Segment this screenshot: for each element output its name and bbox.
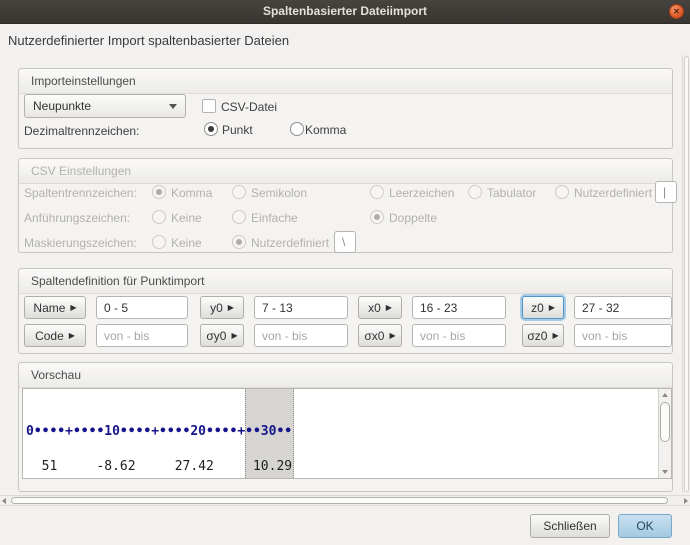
quote-label: Anführungszeichen: — [24, 211, 131, 225]
sigma-y0-column-button[interactable]: σy0 ▶ — [200, 324, 244, 347]
group-preview-title: Vorschau — [31, 368, 82, 382]
column-separator-label: Spaltentrennzeichen: — [24, 186, 137, 200]
name-column-button[interactable]: Name ▶ — [24, 296, 86, 319]
csv-file-label[interactable]: CSV-Datei — [221, 100, 277, 114]
play-icon: ▶ — [68, 331, 75, 340]
group-csv-title: CSV Einstellungen — [31, 164, 132, 178]
page-title: Nutzerdefinierter Import spaltenbasierte… — [8, 33, 290, 48]
group-import-title: Importeinstellungen — [31, 74, 136, 88]
group-csv-settings: CSV Einstellungen Spaltentrennzeichen: K… — [18, 158, 677, 253]
play-icon: ▶ — [227, 303, 234, 312]
dialog-vscroll-thumb[interactable] — [684, 56, 689, 492]
scroll-left-icon[interactable] — [2, 498, 6, 504]
radio-sep-space — [370, 185, 384, 199]
radio-quote-double-label: Doppelte — [389, 211, 438, 225]
play-icon: ▶ — [552, 331, 559, 340]
escape-custom-field — [334, 231, 356, 253]
preview-pane[interactable]: 0••••+••••10••••+••••20••••+••30•• 51 -8… — [22, 388, 672, 479]
radio-escape-custom-label: Nutzerdefiniert — [251, 236, 330, 250]
point-type-select[interactable]: Neupunkte — [24, 94, 186, 118]
sigma-x0-range-field[interactable] — [412, 324, 506, 347]
scroll-up-icon[interactable] — [662, 393, 668, 397]
titlebar: Spaltenbasierter Dateiimport ✕ — [0, 0, 690, 24]
radio-sep-space-label: Leerzeichen — [389, 186, 455, 200]
radio-sep-semicolon — [232, 185, 246, 199]
preview-scrollbar-thumb[interactable] — [660, 402, 670, 442]
radio-decimal-point-label[interactable]: Punkt — [222, 123, 253, 137]
group-preview: Vorschau 0••••+••••10••••+••••20••••+••3… — [18, 362, 673, 492]
preview-vertical-scrollbar[interactable] — [658, 389, 671, 478]
sigma-x0-column-button[interactable]: σx0 ▶ — [358, 324, 402, 347]
sep-custom-field — [655, 181, 677, 203]
play-icon: ▶ — [70, 303, 77, 312]
column-import-dialog: Spaltenbasierter Dateiimport ✕ Nutzerdef… — [0, 0, 690, 545]
play-icon: ▶ — [231, 331, 238, 340]
preview-line: 51 -8.62 27.42 10.29 — [26, 458, 293, 474]
play-icon: ▶ — [548, 303, 555, 312]
y0-range-field[interactable] — [254, 296, 348, 319]
scroll-right-icon[interactable] — [684, 498, 688, 504]
preview-text: 0••••+••••10••••+••••20••••+••30•• 51 -8… — [23, 389, 658, 478]
sigma-z0-range-field[interactable] — [574, 324, 672, 347]
radio-quote-double — [370, 210, 384, 224]
group-csv-header: CSV Einstellungen — [19, 159, 672, 184]
radio-quote-none — [152, 210, 166, 224]
x0-column-button[interactable]: x0 ▶ — [358, 296, 402, 319]
radio-sep-custom — [555, 185, 569, 199]
group-column-definition: Spaltendefinition für Punktimport Name ▶ … — [18, 268, 673, 354]
radio-escape-none — [152, 235, 166, 249]
name-range-field[interactable] — [96, 296, 188, 319]
y0-column-button[interactable]: y0 ▶ — [200, 296, 244, 319]
z0-range-field[interactable] — [574, 296, 672, 319]
z0-column-button[interactable]: z0 ▶ — [522, 296, 564, 319]
decimal-separator-label: Dezimaltrennzeichen: — [24, 124, 140, 138]
radio-sep-tab-label: Tabulator — [487, 186, 537, 200]
radio-decimal-comma[interactable] — [290, 122, 304, 136]
radio-sep-semicolon-label: Semikolon — [251, 186, 308, 200]
point-type-value: Neupunkte — [33, 99, 92, 113]
chevron-down-icon — [169, 104, 177, 109]
code-column-button[interactable]: Code ▶ — [24, 324, 86, 347]
x0-range-field[interactable] — [412, 296, 506, 319]
group-import-settings: Importeinstellungen Neupunkte CSV-Datei … — [18, 68, 673, 149]
group-columns-header: Spaltendefinition für Punktimport — [19, 269, 672, 294]
dialog-vertical-scrollbar[interactable] — [682, 55, 690, 493]
ok-button[interactable]: OK — [618, 514, 672, 538]
play-icon: ▶ — [389, 331, 396, 340]
radio-sep-tab — [468, 185, 482, 199]
sigma-y0-range-field[interactable] — [254, 324, 348, 347]
group-columns-title: Spaltendefinition für Punktimport — [31, 274, 205, 288]
code-range-field[interactable] — [96, 324, 188, 347]
escape-label: Maskierungszeichen: — [24, 236, 137, 250]
radio-sep-comma-label: Komma — [171, 186, 213, 200]
dialog-horizontal-scrollbar[interactable] — [0, 495, 690, 506]
csv-file-checkbox[interactable] — [202, 99, 216, 113]
radio-quote-single — [232, 210, 246, 224]
sigma-z0-column-button[interactable]: σz0 ▶ — [522, 324, 564, 347]
radio-sep-custom-label: Nutzerdefiniert — [574, 186, 653, 200]
scroll-down-icon[interactable] — [662, 470, 668, 474]
close-icon[interactable]: ✕ — [669, 4, 684, 19]
group-import-header: Importeinstellungen — [19, 69, 672, 94]
radio-decimal-comma-label[interactable]: Komma — [305, 123, 346, 137]
radio-quote-none-label: Keine — [171, 211, 202, 225]
close-button[interactable]: Schließen — [530, 514, 610, 538]
dialog-hscroll-thumb[interactable] — [11, 497, 668, 504]
radio-sep-comma — [152, 185, 166, 199]
window-title: Spaltenbasierter Dateiimport — [262, 4, 428, 18]
preview-ruler: 0••••+••••10••••+••••20••••+••30•• — [26, 423, 293, 439]
radio-escape-custom — [232, 235, 246, 249]
play-icon: ▶ — [385, 303, 392, 312]
radio-escape-none-label: Keine — [171, 236, 202, 250]
radio-quote-single-label: Einfache — [251, 211, 298, 225]
group-preview-header: Vorschau — [19, 363, 672, 388]
radio-decimal-point[interactable] — [204, 122, 218, 136]
